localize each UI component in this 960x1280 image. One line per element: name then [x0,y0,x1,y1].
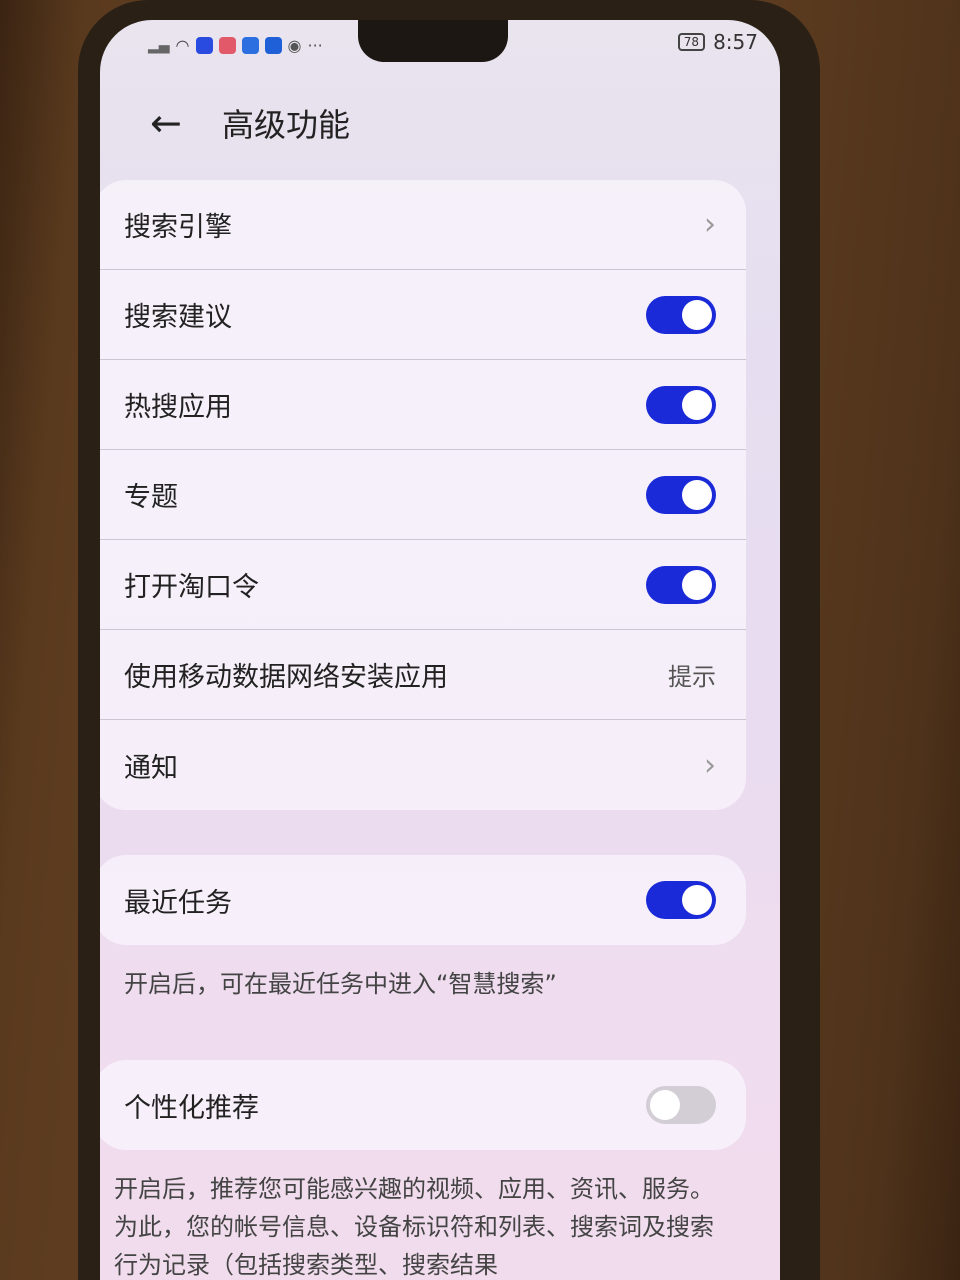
settings-card-main: 搜索引擎 › 搜索建议 热搜应用 专题 打开淘口令 使用移动数据网络安装应用 提… [100,180,746,810]
page-header: ← 高级功能 [150,100,350,146]
toggle-knob [682,885,712,915]
row-label: 通知 [124,752,178,784]
row-label: 打开淘口令 [124,572,259,603]
row-recent-tasks[interactable]: 最近任务 [100,855,746,945]
toggle-knob [650,1090,680,1120]
settings-card-recent: 最近任务 [100,855,746,945]
wechat-icon: ◉ [287,36,302,55]
app-notification-icon [218,37,236,54]
page-title: 高级功能 [222,106,351,144]
recent-description: 开启后，可在最近任务中进入“智慧搜索” [124,970,557,998]
search-app-icon [264,37,282,54]
row-mobile-install[interactable]: 使用移动数据网络安装应用 提示 [100,630,746,720]
row-value: 提示 [668,663,716,691]
camera-notch [358,20,508,62]
chevron-right-icon: › [704,207,716,242]
row-search-suggest[interactable]: 搜索建议 [100,270,746,360]
row-personalized[interactable]: 个性化推荐 [100,1060,746,1150]
phone-screen: ▂▄ ◠ ◉ ··· 78 8:57 ← 高级功能 搜索引擎 › 搜索建议 热搜… [100,20,780,1280]
clock: 8:57 [713,30,758,54]
status-bar-left: ▂▄ ◠ ◉ ··· [148,36,323,55]
settings-card-personal: 个性化推荐 [100,1060,746,1150]
more-notifications-icon: ··· [307,36,323,55]
toggle-knob [682,299,712,330]
personalized-description: 开启后，推荐您可能感兴趣的视频、应用、资讯、服务。为此，您的帐号信息、设备标识符… [114,1175,714,1279]
wifi-icon: ◠ [175,36,190,55]
back-arrow-icon[interactable]: ← [150,101,210,145]
toggle-taobao-code[interactable] [646,565,716,604]
row-label: 搜索引擎 [124,212,232,243]
row-label: 热搜应用 [124,392,232,423]
signal-icon: ▂▄ [148,37,170,54]
row-label: 个性化推荐 [124,1092,259,1124]
row-label: 使用移动数据网络安装应用 [124,662,448,693]
row-hot-apps[interactable]: 热搜应用 [100,360,746,450]
app-notification-icon [195,37,213,54]
toggle-search-suggest[interactable] [646,295,716,334]
toggle-knob [682,389,712,420]
row-taobao-code[interactable]: 打开淘口令 [100,540,746,630]
battery-icon: 78 [677,33,706,51]
cloud-icon [241,37,259,54]
toggle-knob [682,479,712,510]
toggle-knob [682,569,712,600]
row-topics[interactable]: 专题 [100,450,746,540]
status-bar-right: 78 8:57 [677,30,758,54]
row-notify[interactable]: 通知 › [100,720,746,810]
toggle-topics[interactable] [646,475,716,514]
toggle-recent-tasks[interactable] [646,881,716,919]
row-search-engine[interactable]: 搜索引擎 › [100,180,746,270]
chevron-right-icon: › [704,747,716,783]
toggle-personalized[interactable] [646,1086,716,1124]
row-label: 搜索建议 [124,302,232,333]
toggle-hot-apps[interactable] [646,385,716,424]
row-label: 最近任务 [124,887,232,919]
row-label: 专题 [124,482,178,513]
